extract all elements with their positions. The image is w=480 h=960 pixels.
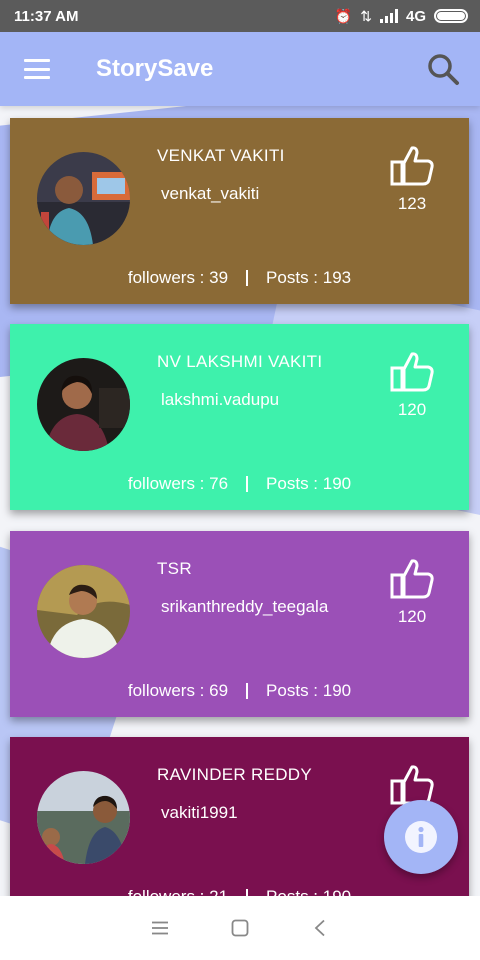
stats-divider [246, 270, 249, 286]
profile-username: lakshmi.vadupu [161, 390, 280, 409]
followers-count: followers : 69 [127, 681, 229, 700]
status-icons: ⏰ ⇅ 4G [335, 8, 468, 25]
profile-stats: followers : 76 Posts : 190 [10, 474, 469, 494]
posts-count: Posts : 190 [266, 887, 351, 896]
app-title: StorySave [96, 55, 214, 82]
like-count: 120 [397, 400, 427, 419]
search-icon[interactable] [426, 52, 460, 86]
profile-name: VENKAT VAKITI [157, 146, 285, 165]
battery-icon [434, 9, 468, 23]
like-area: 120 [388, 350, 436, 420]
thumbs-up-icon[interactable] [390, 144, 434, 188]
status-bar: 11:37 AM ⏰ ⇅ 4G [0, 0, 480, 32]
recent-apps-icon[interactable] [148, 916, 172, 940]
alarm-icon: ⏰ [334, 7, 353, 24]
like-area: 123 [388, 144, 436, 214]
profile-avatar [37, 152, 130, 245]
posts-count: Posts : 190 [266, 681, 352, 700]
profile-stats: followers : 39 Posts : 193 [10, 268, 469, 288]
like-area: 120 [388, 557, 436, 627]
profile-stats: followers : 21 Posts : 190 [10, 887, 469, 896]
followers-count: followers : 21 [128, 887, 228, 896]
hamburger-menu-icon[interactable] [24, 59, 50, 79]
profile-username: srikanthreddy_teegala [161, 597, 329, 616]
data-transfer-icon: ⇅ [360, 7, 372, 24]
profile-stats: followers : 69 Posts : 190 [10, 681, 469, 701]
signal-icon [379, 9, 398, 23]
system-nav-bar [0, 896, 480, 960]
profile-card[interactable]: NV LAKSHMI VAKITI lakshmi.vadupu 120 fol… [10, 324, 469, 510]
posts-count: Posts : 190 [266, 474, 352, 493]
like-count: 120 [397, 607, 427, 626]
profile-list[interactable]: VENKAT VAKITI venkat_vakiti 123 follower… [0, 106, 480, 896]
profile-name: NV LAKSHMI VAKITI [157, 352, 323, 371]
app-bar: StorySave [0, 32, 480, 106]
followers-count: followers : 39 [127, 268, 229, 287]
profile-name: TSR [157, 559, 192, 578]
profile-card[interactable]: VENKAT VAKITI venkat_vakiti 123 follower… [10, 118, 469, 304]
thumbs-up-icon[interactable] [390, 350, 434, 394]
profile-username: vakiti1991 [161, 803, 238, 822]
profile-username: venkat_vakiti [161, 184, 260, 203]
posts-count: Posts : 193 [266, 268, 352, 287]
profile-card[interactable]: TSR srikanthreddy_teegala 120 followers … [10, 531, 469, 717]
like-count: 123 [397, 194, 427, 213]
stats-divider [246, 476, 249, 492]
profile-name: RAVINDER REDDY [157, 765, 313, 784]
profile-avatar [37, 565, 130, 658]
back-icon[interactable] [308, 916, 332, 940]
stats-divider [246, 889, 249, 896]
home-icon[interactable] [228, 916, 252, 940]
network-type: 4G [405, 7, 426, 25]
status-time: 11:37 AM [14, 7, 79, 25]
followers-count: followers : 76 [127, 474, 229, 493]
stats-divider [246, 683, 249, 699]
info-button[interactable] [384, 800, 458, 874]
thumbs-up-icon[interactable] [390, 557, 434, 601]
info-icon [405, 821, 437, 853]
profile-avatar [37, 358, 130, 451]
profile-avatar [37, 771, 130, 864]
